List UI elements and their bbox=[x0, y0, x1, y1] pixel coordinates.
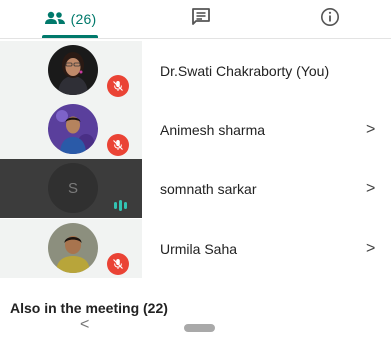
tab-chat[interactable] bbox=[183, 0, 219, 38]
also-in-meeting-heading: Also in the meeting (22) bbox=[10, 300, 168, 316]
mic-off-icon bbox=[107, 134, 129, 156]
participant-row[interactable]: Urmila Saha > bbox=[0, 219, 391, 278]
tab-divider bbox=[0, 38, 391, 39]
participant-name: Urmila Saha bbox=[160, 240, 238, 257]
people-icon bbox=[44, 11, 66, 28]
participant-name: somnath sarkar bbox=[160, 180, 257, 197]
chevron-right-icon[interactable]: > bbox=[366, 159, 375, 218]
avatar bbox=[48, 45, 98, 95]
tab-bar: (26) bbox=[0, 0, 391, 38]
participant-row[interactable]: Dr.Swati Chakraborty (You) bbox=[0, 41, 391, 100]
tab-people[interactable]: (26) bbox=[32, 0, 108, 38]
chevron-right-icon[interactable]: > bbox=[366, 100, 375, 159]
back-icon[interactable]: < bbox=[80, 316, 89, 334]
info-icon bbox=[320, 7, 340, 32]
avatar bbox=[48, 223, 98, 273]
chevron-right-icon[interactable]: > bbox=[366, 219, 375, 278]
participant-row[interactable]: S somnath sarkar > bbox=[0, 159, 391, 218]
mic-off-icon bbox=[107, 75, 129, 97]
people-count: (26) bbox=[70, 11, 97, 27]
avatar bbox=[48, 104, 98, 154]
home-pill[interactable] bbox=[184, 324, 215, 332]
tab-info[interactable] bbox=[312, 0, 348, 38]
participant-name: Dr.Swati Chakraborty (You) bbox=[160, 62, 330, 79]
participant-name: Animesh sharma bbox=[160, 121, 266, 138]
avatar: S bbox=[48, 163, 98, 213]
system-nav-bar: < bbox=[0, 316, 391, 341]
mic-off-icon bbox=[107, 253, 129, 275]
speaking-indicator-icon bbox=[114, 200, 127, 211]
participant-row[interactable]: Animesh sharma > bbox=[0, 100, 391, 159]
chat-icon bbox=[191, 7, 211, 31]
